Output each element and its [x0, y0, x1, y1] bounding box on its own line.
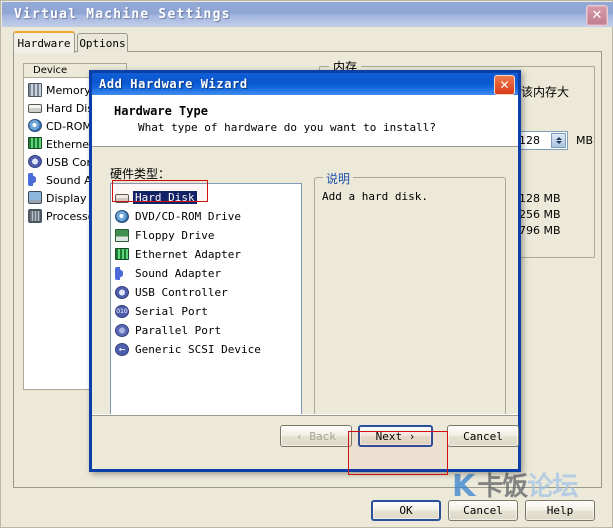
- tab-hardware[interactable]: Hardware: [13, 31, 75, 53]
- memory-unit-label: MB: [576, 134, 594, 147]
- sound-adapter-icon: [28, 173, 42, 187]
- memory-mark: 796 MB: [519, 224, 561, 237]
- hardware-item-label: Parallel Port: [135, 324, 222, 337]
- memory-scale-marks: 128 MB 256 MB 796 MB: [519, 191, 561, 239]
- hardware-item-serial-port[interactable]: 010 Serial Port: [113, 302, 301, 321]
- processor-icon: [28, 209, 42, 223]
- wizard-heading: Hardware Type: [114, 104, 208, 118]
- tabstrip: Hardware Options: [13, 31, 602, 53]
- hardware-item-label: DVD/CD-ROM Drive: [135, 210, 241, 223]
- stepper-arrows-icon[interactable]: [551, 133, 566, 148]
- tab-options[interactable]: Options: [77, 33, 128, 52]
- device-row-label: Display: [46, 191, 87, 205]
- wizard-subheading: What type of hardware do you want to ins…: [138, 121, 437, 134]
- hardware-item-label: Serial Port: [135, 305, 208, 318]
- wizard-title: Add Hardware Wizard: [99, 77, 248, 91]
- hardware-item-generic-scsi-device[interactable]: ← Generic SCSI Device: [113, 340, 301, 359]
- hardware-item-ethernet-adapter[interactable]: Ethernet Adapter: [113, 245, 301, 264]
- memory-size-value: 128: [519, 134, 540, 147]
- close-icon[interactable]: ✕: [494, 75, 515, 95]
- wizard-cancel-button[interactable]: Cancel: [447, 425, 519, 447]
- hardware-item-label: Floppy Drive: [135, 229, 215, 242]
- tab-hardware-label: Hardware: [17, 36, 71, 50]
- floppy-icon: [115, 228, 129, 243]
- tab-options-label: Options: [79, 36, 126, 50]
- device-row-label: Processo: [46, 209, 95, 223]
- hard-disk-icon: [115, 191, 129, 205]
- description-group: [314, 177, 506, 435]
- cancel-button[interactable]: Cancel: [448, 500, 518, 521]
- memory-icon: [28, 83, 42, 97]
- close-icon[interactable]: ✕: [586, 5, 608, 26]
- ok-button[interactable]: OK: [371, 500, 441, 521]
- usb-controller-icon: [115, 285, 129, 300]
- serial-port-icon: 010: [115, 304, 129, 319]
- hardware-item-dvd-cd-rom-drive[interactable]: DVD/CD-ROM Drive: [113, 207, 301, 226]
- next-button[interactable]: Next ›: [358, 425, 433, 447]
- hardware-item-label: Sound Adapter: [135, 267, 222, 280]
- ethernet-icon: [28, 137, 42, 151]
- hardware-item-label: Generic SCSI Device: [135, 343, 261, 356]
- hardware-item-usb-controller[interactable]: USB Controller: [113, 283, 301, 302]
- device-row-label: USB Con: [46, 155, 94, 169]
- hardware-item-label: USB Controller: [135, 286, 228, 299]
- page-title: Virtual Machine Settings: [14, 7, 231, 22]
- wizard-header: Hardware Type What type of hardware do y…: [92, 95, 518, 147]
- wizard-footer: ‹ Back Next › Cancel: [92, 414, 519, 469]
- help-button[interactable]: Help: [525, 500, 595, 521]
- hardware-item-label: Hard Disk: [133, 191, 197, 204]
- memory-size-stepper[interactable]: 128: [514, 131, 568, 150]
- cd-rom-icon: [115, 209, 129, 224]
- hardware-type-label: 硬件类型：: [110, 167, 171, 181]
- hardware-item-floppy-drive[interactable]: Floppy Drive: [113, 226, 301, 245]
- cd-rom-icon: [28, 119, 42, 133]
- parallel-port-icon: [115, 323, 129, 338]
- wizard-title-bar: Add Hardware Wizard ✕: [92, 73, 518, 95]
- back-button[interactable]: ‹ Back: [280, 425, 352, 447]
- hardware-item-parallel-port[interactable]: Parallel Port: [113, 321, 301, 340]
- description-legend: 说明: [323, 170, 354, 187]
- ethernet-icon: [115, 247, 129, 262]
- description-text: Add a hard disk.: [322, 190, 428, 203]
- device-row-label: Memory: [46, 83, 91, 97]
- hardware-item-hard-disk[interactable]: Hard Disk: [113, 188, 301, 207]
- display-icon: [28, 191, 42, 205]
- memory-mark: 256 MB: [519, 208, 561, 221]
- hardware-type-list[interactable]: Hard Disk DVD/CD-ROM Drive Floppy Drive …: [110, 183, 302, 435]
- memory-note: 该内存大: [521, 85, 570, 99]
- scsi-icon: ←: [115, 342, 129, 357]
- screenshot-root: Virtual Machine Settings ✕ Hardware Opti…: [0, 0, 613, 528]
- outer-title-bar: Virtual Machine Settings ✕: [2, 2, 613, 27]
- hardware-item-sound-adapter[interactable]: Sound Adapter: [113, 264, 301, 283]
- device-row-label: CD-ROM: [46, 119, 92, 133]
- device-row-label: Ethernet: [46, 137, 94, 151]
- sound-adapter-icon: [115, 266, 129, 281]
- add-hardware-wizard-dialog: Add Hardware Wizard ✕ Hardware Type What…: [89, 70, 521, 472]
- hard-disk-icon: [28, 101, 42, 115]
- hardware-item-label: Ethernet Adapter: [135, 248, 241, 261]
- usb-controller-icon: [28, 155, 42, 169]
- memory-mark: 128 MB: [519, 192, 561, 205]
